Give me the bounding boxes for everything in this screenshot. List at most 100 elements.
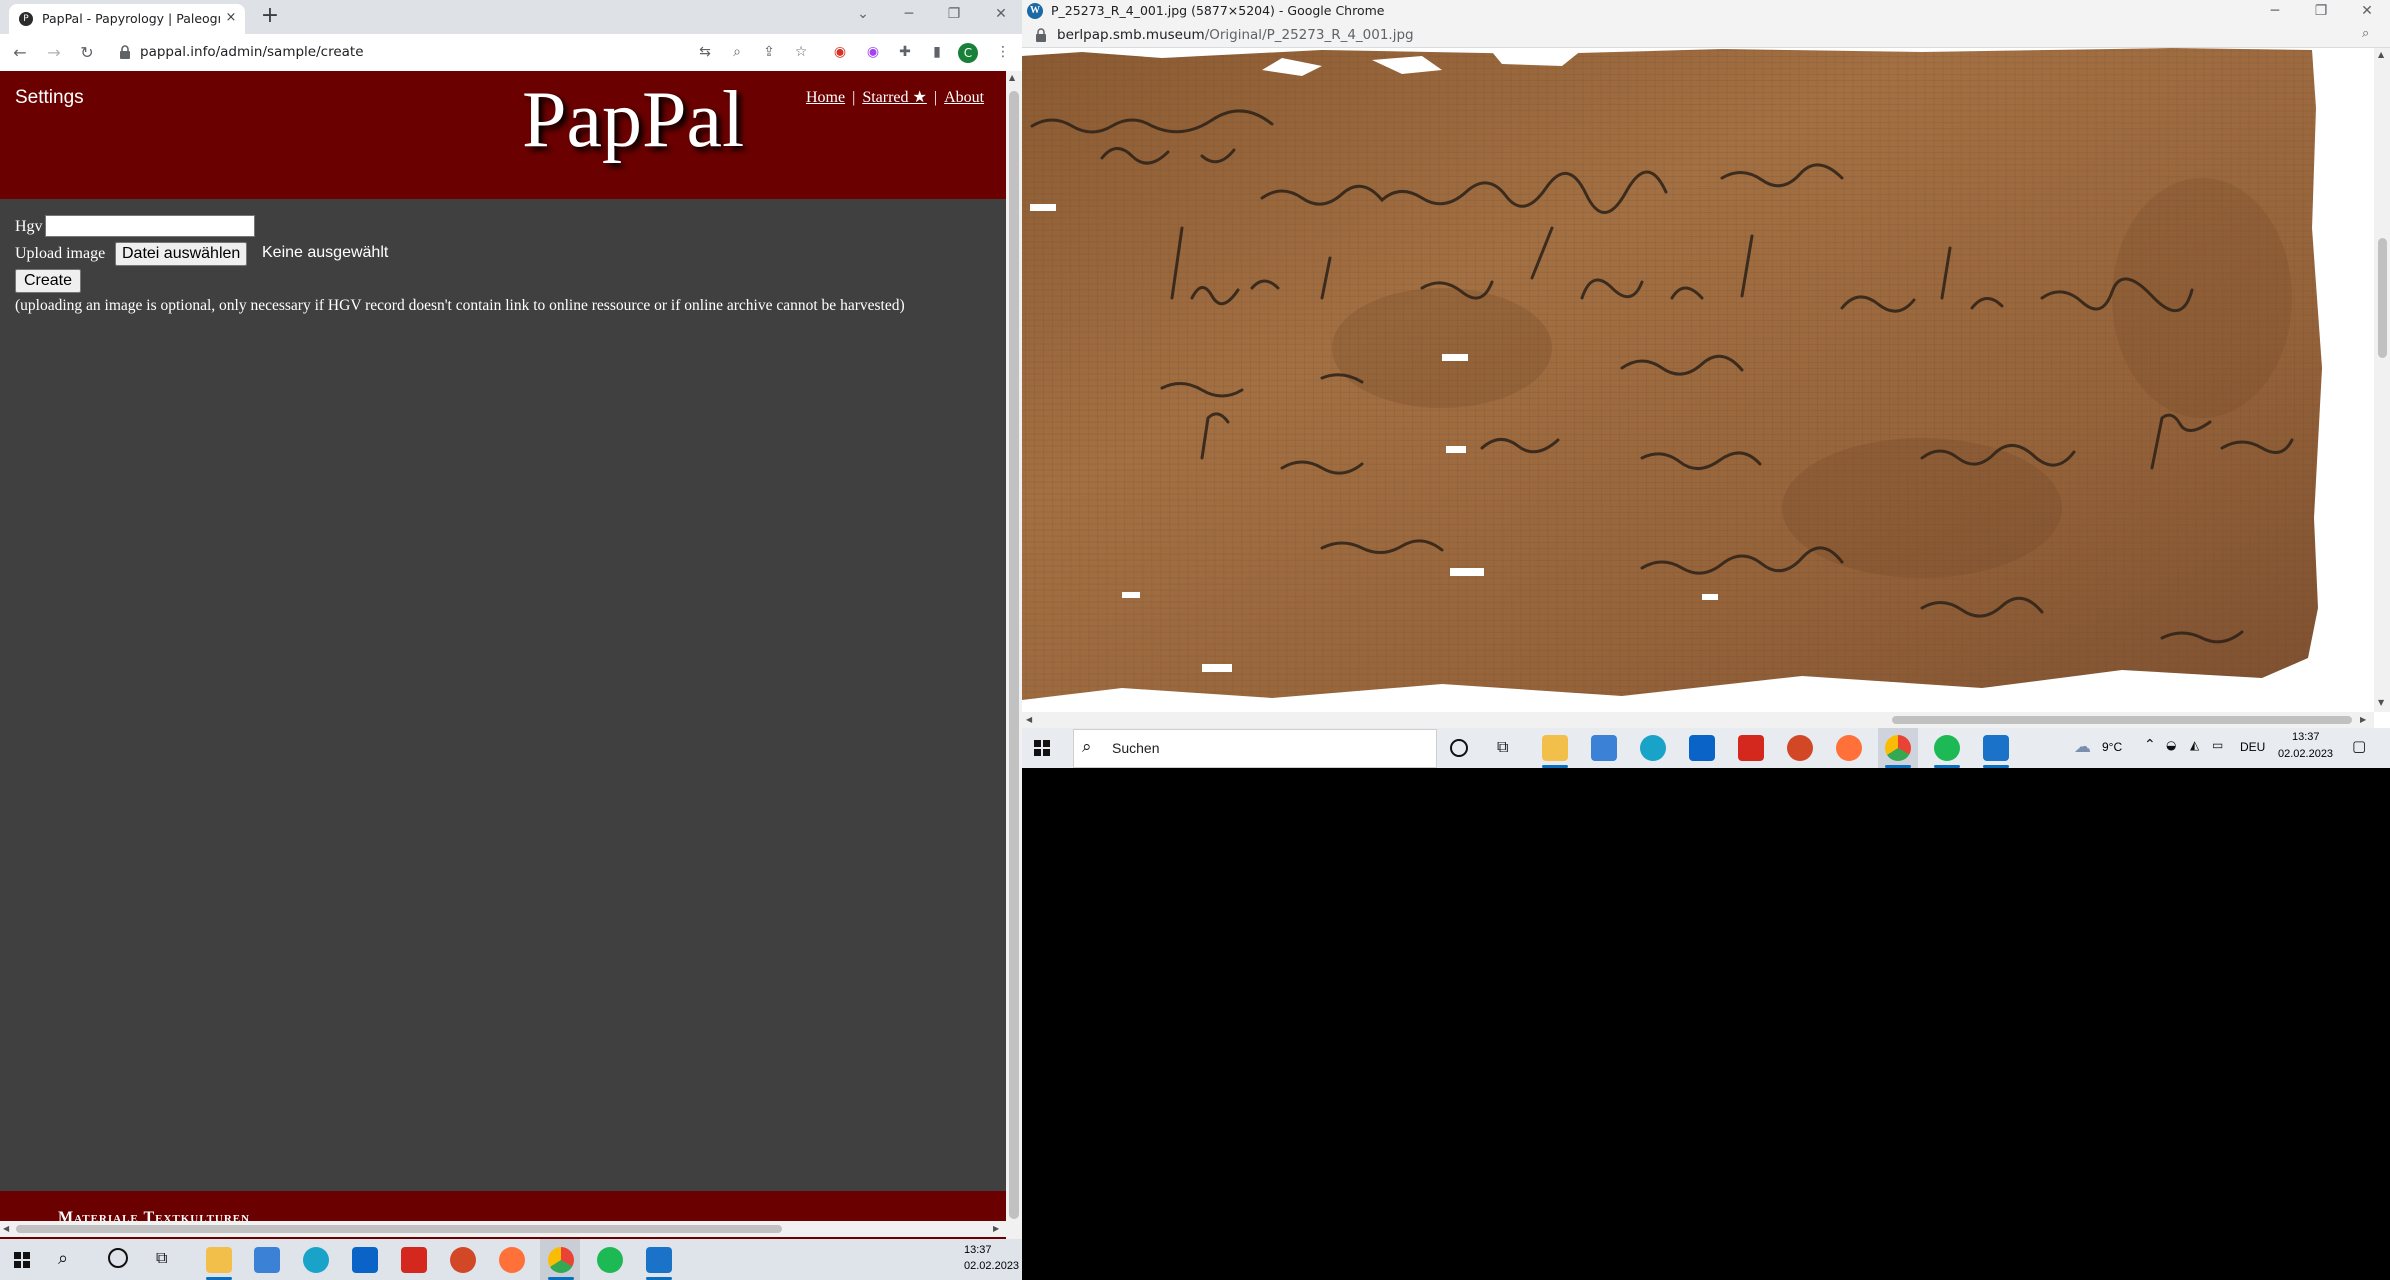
new-tab-button[interactable]: +	[258, 4, 282, 28]
chrome-icon[interactable]	[548, 1247, 574, 1273]
photos-icon[interactable]	[646, 1247, 672, 1273]
minimize-button[interactable]: ─	[896, 4, 922, 24]
tab-pappal[interactable]: P PapPal - Papyrology | Paleograph ×	[9, 4, 245, 34]
acrobat-icon[interactable]	[1738, 735, 1764, 761]
search-icon: ⌕	[1082, 737, 1092, 757]
profile-avatar[interactable]: C	[958, 43, 978, 63]
search-icon[interactable]: ⌕	[58, 1248, 68, 1269]
scroll-left-icon[interactable]: ◀	[1026, 715, 1032, 724]
acrobat-icon[interactable]	[401, 1247, 427, 1273]
mail-icon[interactable]	[352, 1247, 378, 1273]
chevron-up-icon[interactable]: ⌃	[2144, 737, 2156, 753]
weather-cloud-icon[interactable]: ☁	[2074, 737, 2091, 757]
powerpoint-icon[interactable]	[1787, 735, 1813, 761]
language-indicator[interactable]: DEU	[2240, 740, 2265, 754]
nav-about[interactable]: About	[944, 89, 984, 106]
settings-link[interactable]: Settings	[15, 87, 84, 109]
chevron-down-icon[interactable]: ⌄	[850, 4, 876, 24]
vertical-scrollbar[interactable]: ▲ ▼	[1006, 71, 1022, 1259]
firefox-icon[interactable]	[499, 1247, 525, 1273]
mail-icon[interactable]	[1689, 735, 1715, 761]
lock-icon[interactable]	[118, 44, 132, 60]
windows-start-icon[interactable]	[14, 1252, 30, 1268]
scroll-right-icon[interactable]: ▶	[2360, 715, 2366, 724]
forward-arrow-icon[interactable]: →	[43, 42, 65, 64]
firefox-icon[interactable]	[1836, 735, 1862, 761]
wifi-icon[interactable]: ◭	[2190, 738, 2199, 752]
weather-temp[interactable]: 9°C	[2102, 740, 2122, 754]
hgv-input[interactable]	[45, 215, 255, 237]
address-bar[interactable]: berlpap.smb.museum/Original/P_25273_R_4_…	[1022, 23, 2390, 48]
spotify-icon[interactable]	[597, 1247, 623, 1273]
task-view-icon[interactable]: ⧉	[1497, 737, 1508, 757]
create-button[interactable]: Create	[15, 269, 82, 293]
extensions-puzzle-icon[interactable]: ✚	[894, 41, 916, 63]
file-explorer-icon[interactable]	[206, 1247, 232, 1273]
upload-image-label: Upload image	[15, 245, 106, 262]
translate-icon[interactable]: ⇆	[694, 41, 716, 63]
nav-starred[interactable]: Starred ★	[862, 89, 927, 106]
powerpoint-icon[interactable]	[450, 1247, 476, 1273]
scroll-up-icon[interactable]: ▲	[2378, 50, 2384, 59]
taskbar-search-box[interactable]: ⌕ Suchen	[1073, 729, 1437, 768]
battery-icon[interactable]: ▭	[2212, 738, 2223, 752]
vertical-scrollbar[interactable]: ▲ ▼	[2374, 48, 2390, 712]
lock-icon[interactable]	[1035, 28, 1047, 42]
zoom-icon[interactable]: ⌕	[2362, 26, 2369, 41]
spotify-icon[interactable]	[1934, 735, 1960, 761]
horizontal-scroll-thumb[interactable]	[1892, 716, 2352, 724]
restore-button[interactable]: ❐	[941, 4, 967, 24]
cortana-icon[interactable]	[1450, 739, 1468, 757]
scroll-right-icon[interactable]: ▶	[993, 1224, 999, 1233]
zoom-icon[interactable]: ⌕	[726, 41, 748, 63]
file-status: Keine ausgewählt	[262, 244, 389, 261]
close-button[interactable]: ✕	[988, 4, 1014, 24]
store-icon[interactable]	[254, 1247, 280, 1273]
horizontal-scrollbar[interactable]: ◀ ▶	[0, 1221, 1006, 1237]
notification-icon[interactable]: ▢	[2352, 737, 2366, 755]
clock-time[interactable]: 13:37	[2292, 731, 2320, 743]
photos-icon[interactable]	[1983, 735, 2009, 761]
close-button[interactable]: ✕	[2354, 1, 2380, 21]
clock-date[interactable]: 02.02.2023	[964, 1260, 1019, 1272]
address-bar[interactable]: pappal.info/admin/sample/create	[140, 42, 540, 62]
window-title: P_25273_R_4_001.jpg (5877×5204) - Google…	[1051, 3, 1385, 18]
extension-red-icon[interactable]: ◉	[829, 41, 851, 63]
network-icon[interactable]: ◒	[2166, 738, 2176, 752]
horizontal-scroll-thumb[interactable]	[16, 1225, 782, 1233]
back-arrow-icon[interactable]: ←	[9, 42, 31, 64]
clock-time[interactable]: 13:37	[964, 1244, 992, 1256]
minimize-button[interactable]: ─	[2262, 1, 2288, 21]
extension-purple-icon[interactable]: ◉	[862, 41, 884, 63]
clock-date[interactable]: 02.02.2023	[2278, 748, 2333, 760]
vertical-scroll-thumb[interactable]	[2378, 238, 2387, 358]
reload-icon[interactable]: ↻	[76, 42, 98, 64]
windows-start-icon[interactable]	[1034, 740, 1050, 756]
title-bar: W P_25273_R_4_001.jpg (5877×5204) - Goog…	[1022, 0, 2390, 23]
scroll-left-icon[interactable]: ◀	[3, 1224, 9, 1233]
papyrus-image[interactable]	[1022, 48, 2374, 712]
restore-button[interactable]: ❐	[2308, 1, 2334, 21]
url-text[interactable]: berlpap.smb.museum/Original/P_25273_R_4_…	[1057, 26, 1414, 44]
scroll-down-icon[interactable]: ▼	[2378, 698, 2384, 707]
chrome-icon[interactable]	[1885, 735, 1911, 761]
hgv-label: Hgv	[15, 218, 43, 235]
horizontal-scrollbar[interactable]: ◀ ▶	[1022, 712, 2374, 728]
cortana-icon[interactable]	[108, 1248, 128, 1268]
file-explorer-icon[interactable]	[1542, 735, 1568, 761]
edge-icon[interactable]	[303, 1247, 329, 1273]
scroll-up-icon[interactable]: ▲	[1009, 73, 1015, 82]
menu-kebab-icon[interactable]: ⋮	[992, 41, 1014, 63]
store-icon[interactable]	[1591, 735, 1617, 761]
nav-home[interactable]: Home	[806, 89, 845, 106]
taskbar-right: ⌕ Suchen ⧉ ☁ 9°C ⌃ ◒ ◭ ▭ DEU 13:37 02.02…	[1022, 728, 2390, 768]
choose-file-button[interactable]: Datei auswählen	[115, 242, 248, 266]
bookmark-star-icon[interactable]: ☆	[790, 41, 812, 63]
share-icon[interactable]: ⇪	[758, 41, 780, 63]
edge-icon[interactable]	[1640, 735, 1666, 761]
task-view-icon[interactable]: ⧉	[156, 1248, 167, 1268]
vertical-scroll-thumb[interactable]	[1009, 91, 1019, 1219]
tab-close-icon[interactable]: ×	[223, 10, 239, 26]
side-panel-icon[interactable]: ▮	[926, 41, 948, 63]
site-logo[interactable]: PapPal	[522, 75, 744, 166]
